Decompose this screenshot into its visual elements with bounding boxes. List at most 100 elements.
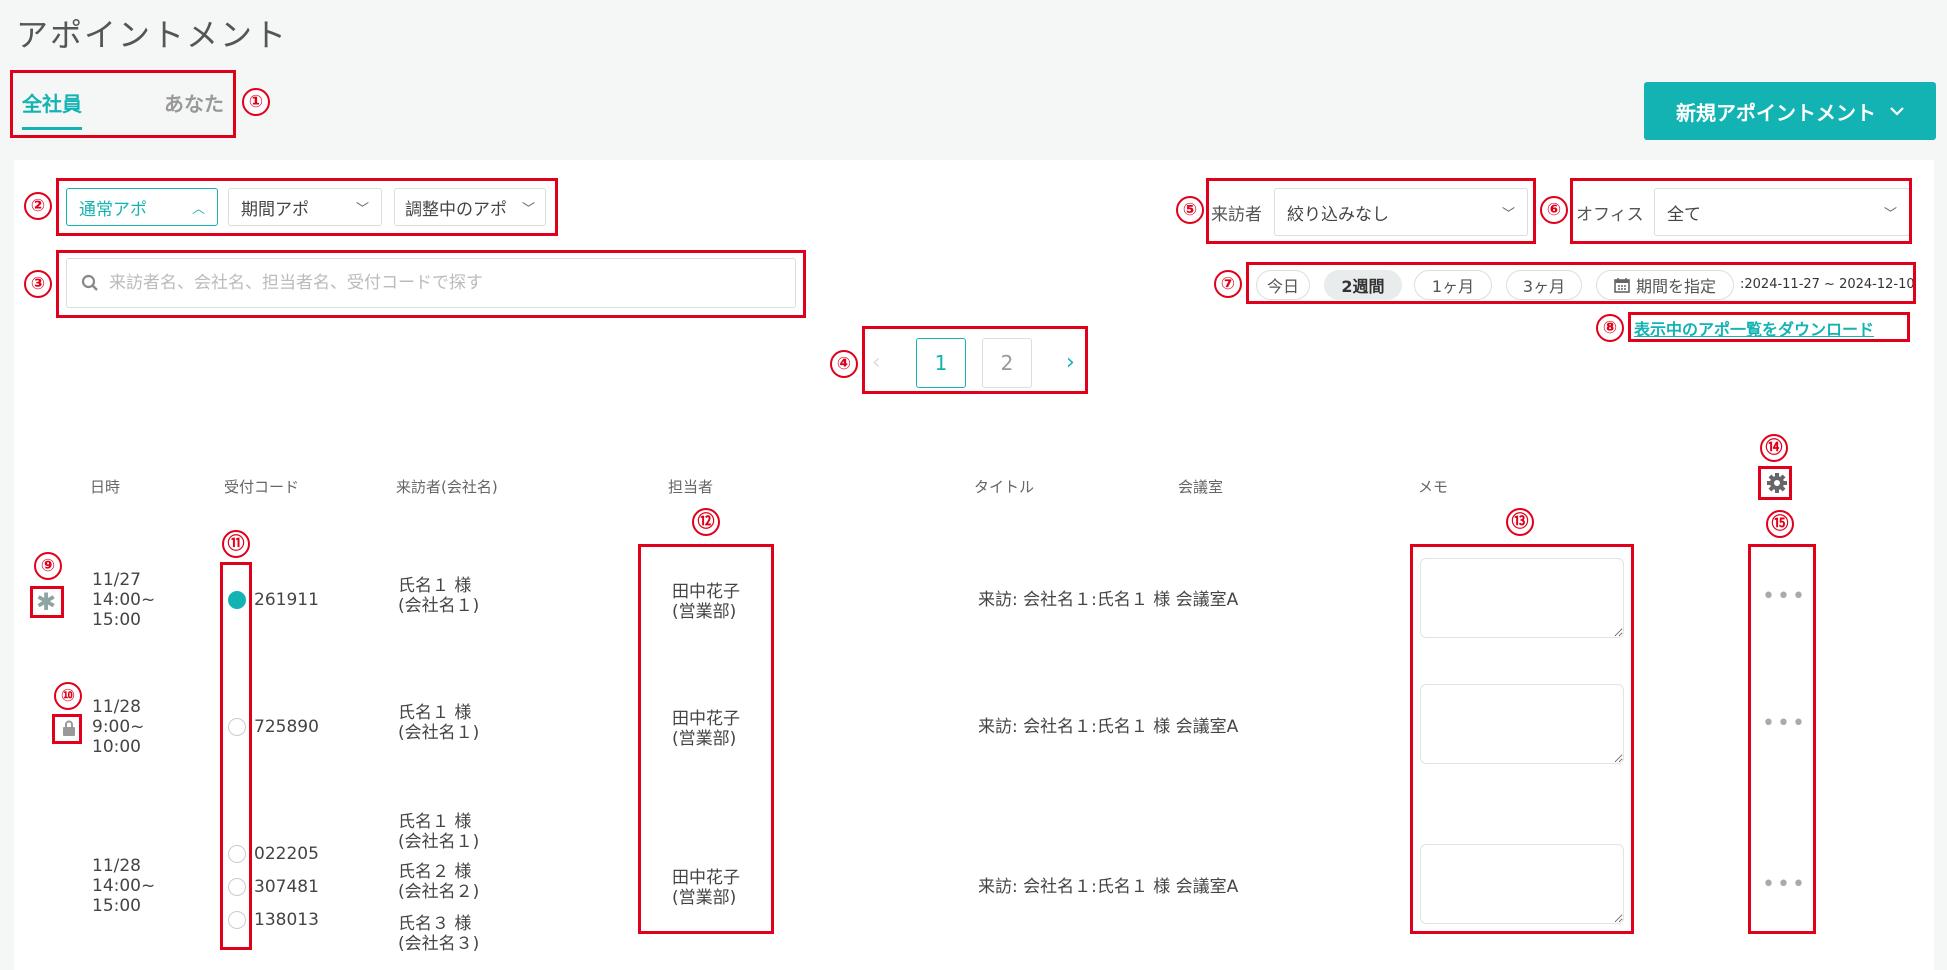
visitor-filter-label: 来訪者	[1211, 205, 1262, 225]
annotation-marker: ⑫	[692, 508, 720, 536]
row-room: 会議室A	[1175, 590, 1239, 610]
pagination-next[interactable]: ›	[1066, 350, 1075, 375]
search-icon	[81, 274, 98, 291]
type-dropdown-period[interactable]: 期間アポ ﹀	[228, 188, 382, 226]
period-1month-button[interactable]: 1ヶ月	[1414, 270, 1492, 300]
type-dropdown-period-label: 期間アポ	[241, 199, 309, 220]
header-visitor: 来訪者(会社名)	[396, 478, 498, 496]
row-title: 来訪: 会社名１:氏名１ 様	[978, 717, 1171, 737]
period-today-button[interactable]: 今日	[1256, 270, 1310, 300]
status-radio[interactable]	[228, 878, 246, 896]
page-title: アポイントメント	[16, 16, 289, 54]
chevron-down-icon	[1890, 107, 1904, 116]
row-visitor-company: (会社名２)	[398, 882, 480, 902]
row-visitor-name: 氏名２ 様	[398, 862, 472, 882]
row-staff-dept: (営業部)	[672, 888, 737, 908]
office-filter-value: 全て	[1667, 204, 1701, 225]
period-custom-button[interactable]: 期間を指定	[1596, 270, 1734, 300]
annotation-marker: ⑤	[1176, 196, 1204, 224]
row-visitor-company: (会社名１)	[398, 723, 480, 743]
row-date: 11/28	[92, 856, 141, 876]
tab-you[interactable]: あなた	[164, 88, 224, 127]
search-box	[66, 258, 796, 308]
download-link[interactable]: 表示中のアポ一覧をダウンロード	[1634, 316, 1874, 340]
row-code: 022205	[254, 844, 319, 864]
row-date: 11/28	[92, 697, 141, 717]
annotation-marker: ⑨	[34, 552, 62, 580]
header-room: 会議室	[1178, 478, 1224, 496]
header-staff: 担当者	[668, 478, 714, 496]
type-dropdown-adjusting[interactable]: 調整中のアポ ﹀	[394, 188, 546, 226]
header-title: タイトル	[974, 478, 1035, 496]
status-radio[interactable]	[228, 718, 246, 736]
annotation-marker: ⑦	[1214, 270, 1242, 298]
header-memo: メモ	[1418, 478, 1449, 496]
annotation-marker: ⑩	[54, 682, 82, 710]
row-code: 307481	[254, 877, 319, 897]
annotation-marker: ②	[24, 192, 52, 220]
row-menu-button[interactable]: •••	[1762, 584, 1807, 609]
period-3months-button[interactable]: 3ヶ月	[1506, 270, 1582, 300]
annotation-marker: ⑧	[1596, 314, 1624, 342]
new-appointment-label: 新規アポイントメント	[1676, 100, 1876, 125]
search-input[interactable]	[109, 273, 749, 293]
row-staff-name: 田中花子	[672, 868, 740, 888]
pagination-page-2[interactable]: 2	[982, 338, 1032, 388]
status-radio[interactable]	[228, 845, 246, 863]
visitor-filter-dropdown[interactable]: 絞り込みなし ﹀	[1274, 188, 1528, 236]
row-visitor-company: (会社名１)	[398, 832, 480, 852]
header-datetime: 日時	[90, 478, 121, 496]
row-code: 138013	[254, 910, 319, 930]
period-2weeks-button[interactable]: 2週間	[1324, 270, 1402, 300]
row-time-end: 15:00	[92, 896, 141, 916]
row-title: 来訪: 会社名１:氏名１ 様	[978, 590, 1171, 610]
row-time-end: 15:00	[92, 610, 141, 630]
gear-icon[interactable]	[1766, 472, 1788, 494]
lock-icon	[63, 720, 75, 736]
status-radio[interactable]	[228, 591, 246, 609]
office-filter-label: オフィス	[1576, 205, 1644, 225]
row-staff-name: 田中花子	[672, 709, 740, 729]
annotation-marker: ⑪	[222, 530, 250, 558]
annotation-marker: ③	[24, 270, 52, 298]
memo-field[interactable]	[1420, 844, 1624, 924]
chevron-up-icon: ︿	[191, 201, 205, 217]
status-radio[interactable]	[228, 911, 246, 929]
period-custom-label: 期間を指定	[1635, 277, 1716, 296]
chevron-down-icon: ﹀	[355, 201, 369, 217]
office-filter-dropdown[interactable]: 全て ﹀	[1654, 188, 1910, 236]
row-visitor-name: 氏名１ 様	[398, 703, 472, 723]
row-title: 来訪: 会社名１:氏名１ 様	[978, 877, 1171, 897]
chevron-down-icon: ﹀	[1501, 206, 1515, 222]
annotation-marker: ⑬	[1506, 508, 1534, 536]
row-staff-dept: (営業部)	[672, 729, 737, 749]
memo-field[interactable]	[1420, 684, 1624, 764]
tab-all-employees[interactable]: 全社員	[22, 88, 82, 130]
chevron-down-icon: ﹀	[1883, 206, 1897, 222]
pagination-page-1[interactable]: 1	[916, 338, 966, 388]
annotation-marker: ⑭	[1760, 434, 1788, 462]
row-date: 11/27	[92, 570, 141, 590]
row-menu-button[interactable]: •••	[1762, 711, 1807, 736]
annotation-marker: ④	[830, 350, 858, 378]
row-visitor-name: 氏名３ 様	[398, 914, 472, 934]
row-time-start: 14:00~	[92, 590, 156, 610]
row-room: 会議室A	[1175, 717, 1239, 737]
row-visitor-company: (会社名１)	[398, 596, 480, 616]
pagination-prev[interactable]: ‹	[872, 350, 881, 375]
row-visitor-name: 氏名１ 様	[398, 812, 472, 832]
row-staff-name: 田中花子	[672, 582, 740, 602]
row-menu-button[interactable]: •••	[1762, 872, 1807, 897]
new-appointment-button[interactable]: 新規アポイントメント	[1644, 82, 1936, 140]
row-code: 725890	[254, 717, 319, 737]
row-visitor-company: (会社名３)	[398, 934, 480, 954]
annotation-marker: ⑮	[1766, 510, 1794, 538]
header-code: 受付コード	[224, 478, 300, 496]
type-dropdown-normal-label: 通常アポ	[79, 199, 147, 220]
annotation-marker: ⑥	[1540, 196, 1568, 224]
type-dropdown-normal[interactable]: 通常アポ ︿	[66, 188, 218, 226]
row-time-start: 9:00~	[92, 717, 145, 737]
memo-field[interactable]	[1420, 558, 1624, 638]
type-dropdown-adjusting-label: 調整中のアポ	[405, 199, 507, 220]
row-time-start: 14:00~	[92, 876, 156, 896]
